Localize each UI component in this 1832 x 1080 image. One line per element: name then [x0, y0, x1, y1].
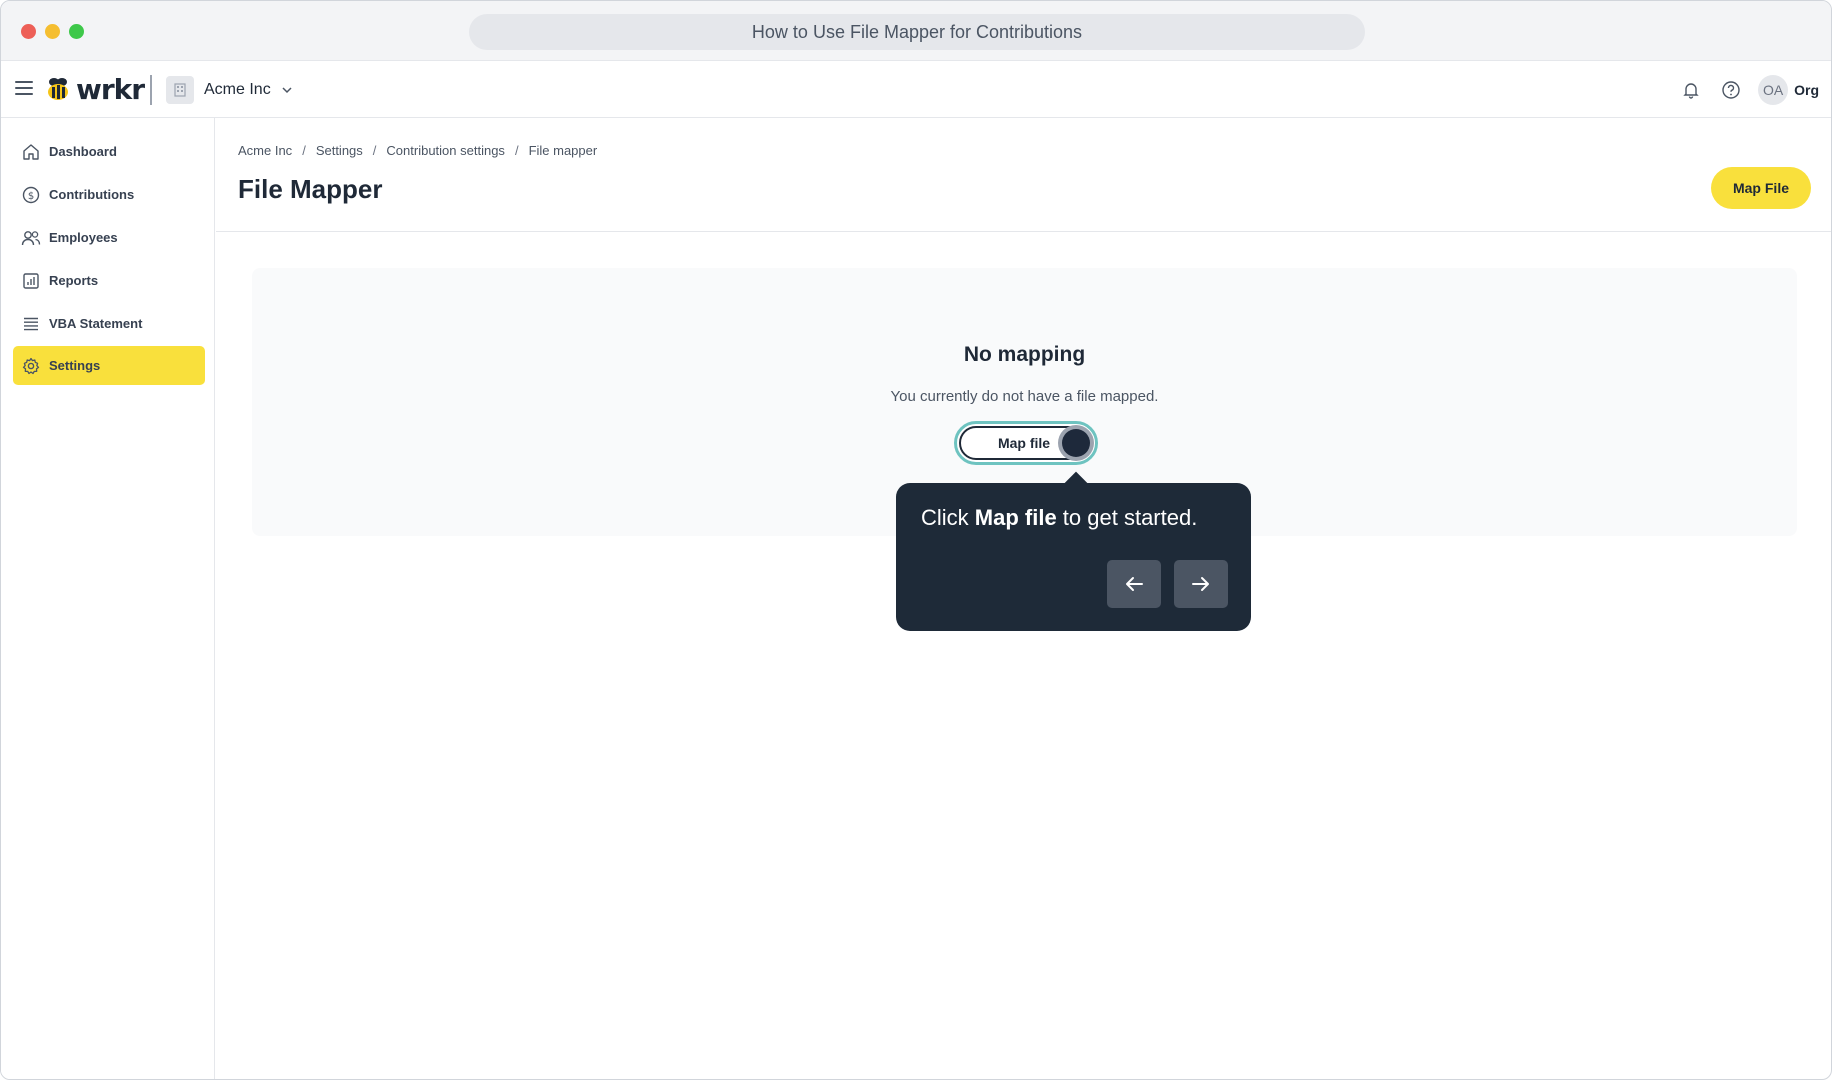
sidebar-item-label: Dashboard [49, 144, 117, 159]
logo-text: wrkr [76, 72, 145, 106]
breadcrumb-item-settings[interactable]: Settings [316, 143, 363, 158]
sidebar-item-label: Contributions [49, 187, 135, 202]
sidebar-item-label: Employees [49, 230, 118, 245]
arrow-left-icon [1126, 577, 1143, 591]
empty-state-subtitle: You currently do not have a file mapped. [890, 388, 1159, 405]
dollar-circle-icon: $ [21, 185, 41, 205]
breadcrumb-separator: / [372, 143, 377, 158]
header-divider [150, 75, 152, 105]
sidebar: Dashboard $ Contributions Employees Repo… [1, 118, 215, 1079]
chevron-down-icon [282, 87, 292, 94]
sidebar-item-dashboard[interactable]: Dashboard [13, 132, 205, 171]
bee-logo-icon [48, 78, 68, 100]
title-bar: How to Use File Mapper for Contributions [1, 1, 1831, 61]
breadcrumb-item-acme[interactable]: Acme Inc [238, 143, 292, 158]
map-file-cta-label: Map file [997, 435, 1051, 451]
tooltip-text-prefix: Click [921, 505, 975, 530]
menu-icon[interactable] [15, 81, 33, 95]
breadcrumb-item-contribution-settings[interactable]: Contribution settings [386, 143, 505, 158]
gear-icon [21, 356, 41, 376]
help-icon[interactable] [1720, 79, 1742, 101]
breadcrumb-separator: / [302, 143, 306, 158]
breadcrumb-item-file-mapper: File mapper [528, 143, 598, 158]
app-header: wrkr Acme Inc OA Org [1, 61, 1831, 118]
page-header: Acme Inc / Settings / Contribution setti… [216, 118, 1831, 232]
sidebar-item-settings[interactable]: Settings [13, 346, 205, 385]
bar-chart-icon [21, 271, 41, 291]
org-switcher[interactable]: Acme Inc [166, 75, 293, 105]
list-icon [21, 314, 41, 334]
avatar-label: Org [1794, 82, 1819, 98]
sidebar-item-label: Reports [49, 273, 99, 288]
org-name: Acme Inc [204, 81, 271, 98]
map-file-button[interactable]: Map File [1711, 167, 1811, 209]
sidebar-item-reports[interactable]: Reports [13, 261, 205, 300]
avatar[interactable]: OA [1758, 75, 1789, 105]
close-window-button[interactable] [21, 24, 36, 39]
building-icon [166, 76, 194, 104]
breadcrumb: Acme Inc / Settings / Contribution setti… [238, 143, 597, 158]
tour-hotspot-dot [1062, 429, 1090, 457]
browser-window: How to Use File Mapper for Contributions… [0, 0, 1832, 1080]
arrow-right-icon [1192, 577, 1209, 591]
breadcrumb-separator: / [514, 143, 519, 158]
sidebar-item-label: VBA Statement [49, 316, 143, 331]
sidebar-item-contributions[interactable]: $ Contributions [13, 175, 205, 214]
tour-tooltip: Click Map file to get started. [896, 471, 1251, 631]
svg-text:$: $ [28, 191, 34, 202]
tooltip-text-suffix: to get started. [1056, 505, 1198, 530]
sidebar-item-label: Settings [49, 358, 101, 373]
sidebar-item-employees[interactable]: Employees [13, 218, 205, 257]
header-actions: OA Org [1662, 75, 1819, 105]
tour-hotspot[interactable] [1058, 425, 1094, 461]
logo[interactable]: wrkr [45, 72, 145, 106]
tooltip-text-bold: Map file [974, 505, 1057, 530]
minimize-window-button[interactable] [45, 24, 60, 39]
map-file-cta-button[interactable]: Map file [954, 421, 1098, 465]
bell-icon[interactable] [1680, 79, 1702, 101]
tooltip-text: Click Map file to get started. [921, 505, 1197, 531]
sidebar-item-vba-statement[interactable]: VBA Statement [13, 304, 205, 343]
window-title: How to Use File Mapper for Contributions [469, 14, 1365, 50]
empty-state-title: No mapping [963, 343, 1086, 366]
page-title: File Mapper [238, 174, 383, 204]
tooltip-prev-button[interactable] [1107, 560, 1161, 608]
users-icon [21, 228, 41, 248]
maximize-window-button[interactable] [69, 24, 84, 39]
home-icon [21, 142, 41, 162]
tooltip-next-button[interactable] [1174, 560, 1228, 608]
